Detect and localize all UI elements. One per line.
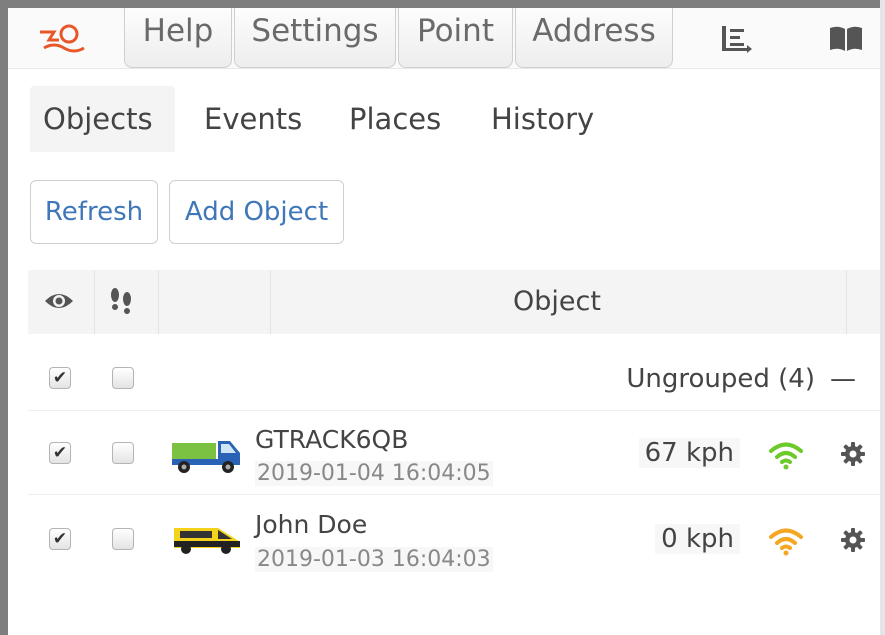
group-follow-checkbox[interactable] bbox=[112, 367, 134, 389]
object-column-header[interactable]: Object bbox=[513, 270, 601, 334]
object-speed: 0 kph bbox=[655, 524, 740, 554]
refresh-button[interactable]: Refresh bbox=[30, 180, 158, 244]
help-button[interactable]: Help bbox=[124, 8, 232, 68]
group-visible-checkbox[interactable]: ✔ bbox=[49, 367, 71, 389]
settings-button[interactable]: Settings bbox=[234, 8, 396, 68]
window-frame-top bbox=[0, 0, 885, 8]
object-speed: 67 kph bbox=[638, 438, 740, 468]
gear-icon[interactable] bbox=[841, 528, 865, 556]
group-label[interactable]: Ungrouped (4) bbox=[626, 355, 815, 403]
row-divider bbox=[28, 494, 880, 495]
object-follow-checkbox[interactable] bbox=[112, 528, 134, 550]
scrollbar-track[interactable] bbox=[880, 0, 885, 635]
app-logo-icon[interactable] bbox=[36, 22, 88, 56]
object-visible-checkbox[interactable]: ✔ bbox=[49, 442, 71, 464]
point-button[interactable]: Point bbox=[398, 8, 513, 68]
footprints-icon[interactable] bbox=[108, 286, 134, 320]
truck-icon bbox=[170, 431, 242, 479]
object-visible-checkbox[interactable]: ✔ bbox=[49, 528, 71, 550]
van-icon bbox=[172, 520, 242, 560]
objects-table-header: Object bbox=[28, 270, 880, 334]
window-frame-left bbox=[0, 0, 8, 635]
object-name[interactable]: John Doe bbox=[255, 510, 367, 539]
eye-icon[interactable] bbox=[44, 290, 74, 316]
row-divider bbox=[28, 410, 880, 411]
wifi-signal-icon bbox=[768, 526, 804, 560]
gear-icon[interactable] bbox=[841, 442, 865, 470]
top-toolbar: Help Settings Point Address bbox=[8, 8, 880, 69]
object-timestamp: 2019-01-04 16:04:05 bbox=[255, 461, 493, 486]
wifi-signal-icon bbox=[768, 440, 804, 474]
add-object-button[interactable]: Add Object bbox=[169, 180, 344, 244]
tab-objects[interactable]: Objects bbox=[30, 86, 175, 152]
list-icon[interactable] bbox=[720, 24, 754, 58]
tab-events[interactable]: Events bbox=[191, 86, 315, 152]
tab-places[interactable]: Places bbox=[336, 86, 454, 152]
object-name[interactable]: GTRACK6QB bbox=[255, 425, 408, 454]
group-collapse-button[interactable]: — bbox=[830, 355, 856, 403]
tab-history[interactable]: History bbox=[478, 86, 607, 152]
address-button[interactable]: Address bbox=[515, 8, 673, 68]
main-tabs: Objects Events Places History bbox=[8, 86, 880, 152]
book-icon[interactable] bbox=[828, 24, 864, 58]
object-follow-checkbox[interactable] bbox=[112, 442, 134, 464]
object-timestamp: 2019-01-03 16:04:03 bbox=[255, 547, 493, 572]
